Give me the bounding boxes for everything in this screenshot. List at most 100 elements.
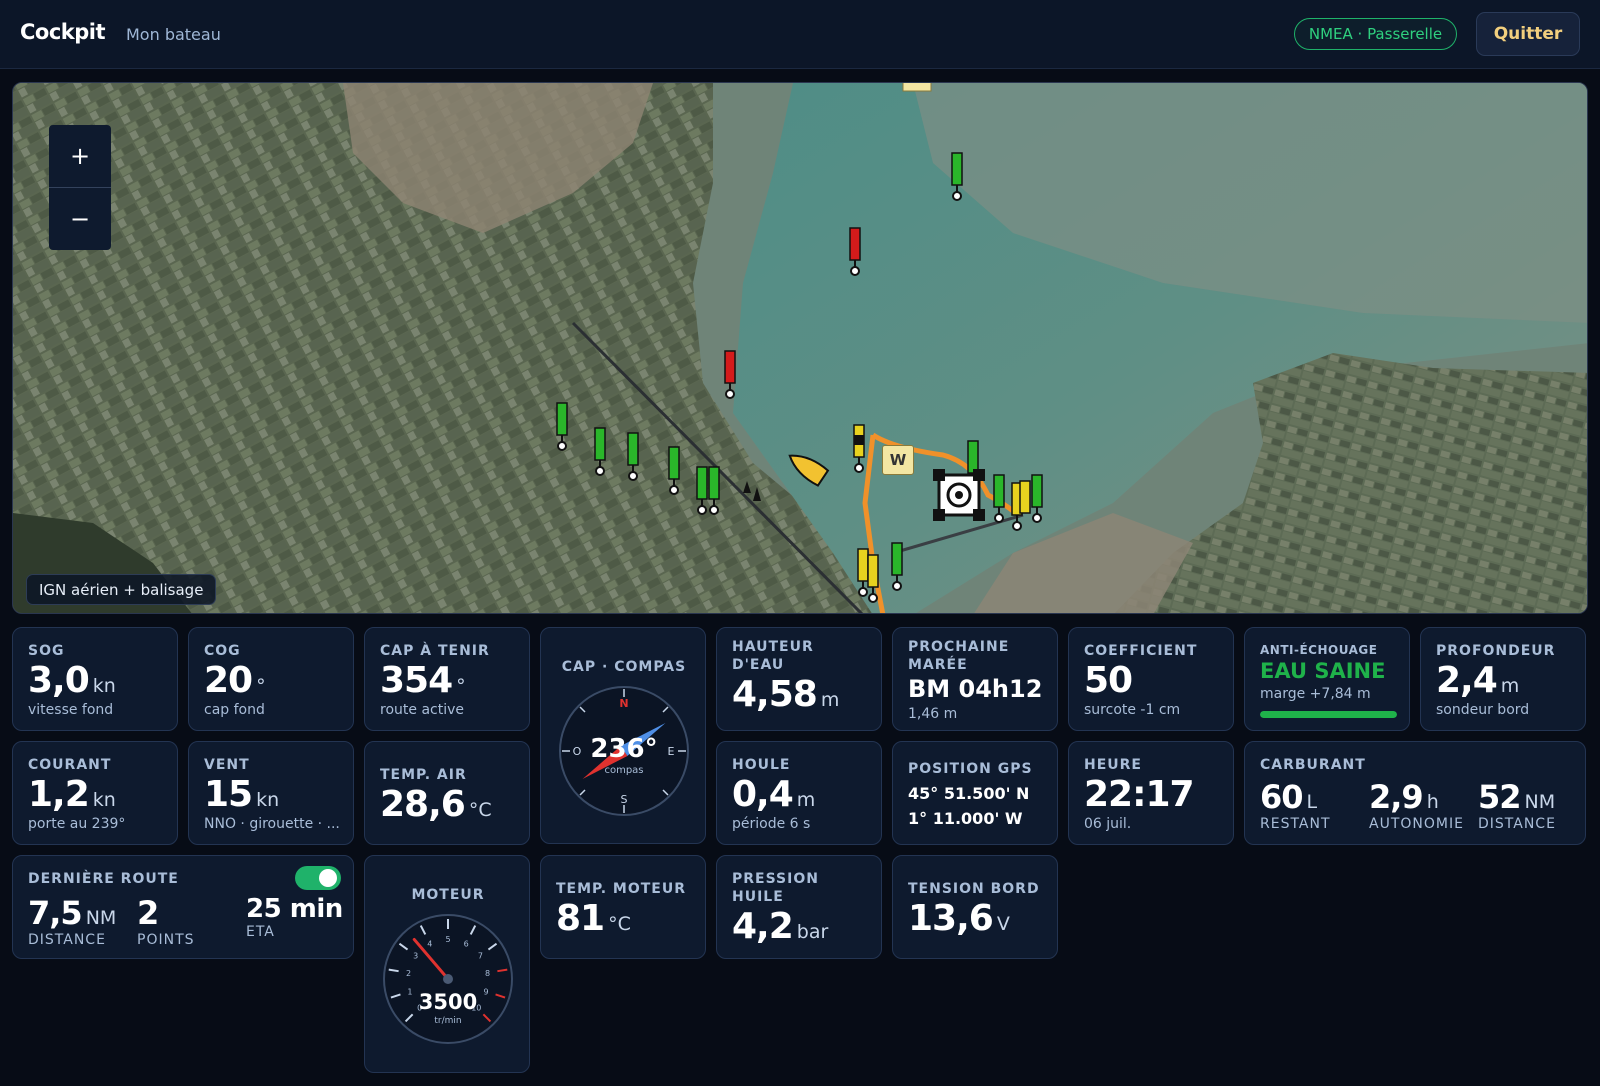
cap-tenir-sub: route active <box>380 702 464 718</box>
rpm-tick-label: 3 <box>413 951 418 960</box>
cog-sub: cap fond <box>204 702 265 718</box>
card-derniere-route: DERNIÈRE ROUTE 7,5 NM DISTANCE 2 POINTS 2… <box>12 855 354 959</box>
compass-south: S <box>621 793 628 806</box>
rpm-tick-label: 8 <box>485 969 490 978</box>
zoom-control: + − <box>49 125 111 250</box>
gps-lon: 1° 11.000' W <box>908 809 1023 828</box>
zoom-out-button[interactable]: − <box>49 187 111 249</box>
card-temp-moteur: TEMP. MOTEUR 81 °C <box>540 855 706 959</box>
compass-sub: compas <box>604 765 644 776</box>
route-distance: 7,5 NM DISTANCE <box>28 894 117 948</box>
vent-value: 15 kn <box>204 774 280 815</box>
courant-value: 1,2 kn <box>28 774 116 815</box>
map-background <box>13 83 1587 613</box>
card-temp-air: TEMP. AIR 28,6 °C <box>364 741 530 845</box>
maree-sub: 1,46 m <box>908 706 958 722</box>
anti-level-track <box>1260 711 1397 718</box>
profondeur-value: 2,4 m <box>1436 660 1520 701</box>
card-compass: CAP · COMPAS N E S O 236° compas <box>540 627 706 844</box>
carburant-distance: 52 NM DISTANCE <box>1478 778 1556 832</box>
map-layer-label[interactable]: IGN aérien + balisage <box>26 574 217 605</box>
card-profondeur: PROFONDEUR 2,4 m sondeur bord <box>1420 627 1586 731</box>
vent-label: VENT <box>204 757 250 773</box>
maree-label-2: MARÉE <box>908 657 968 673</box>
rpm-unit: tr/min <box>434 1016 462 1026</box>
heure-value: 22:17 <box>1084 774 1195 815</box>
sog-value: 3,0 kn <box>28 660 116 701</box>
nmea-status-badge[interactable]: NMEA · Passerelle <box>1294 18 1457 50</box>
temp-moteur-value: 81 °C <box>556 898 631 939</box>
boat-name: Mon bateau <box>126 25 221 44</box>
waypoint-marker[interactable]: W <box>882 445 914 475</box>
card-moteur: MOTEUR 0 1 2 3 4 5 6 7 8 9 10 3500 tr/min <box>364 855 530 1073</box>
card-courant: COURANT 1,2 kn porte au 239° <box>12 741 178 845</box>
cog-label: COG <box>204 643 241 659</box>
card-pression-huile: PRESSION HUILE 4,2 bar <box>716 855 882 959</box>
route-label: DERNIÈRE ROUTE <box>28 871 179 887</box>
card-coefficient: COEFFICIENT 50 surcote -1 cm <box>1068 627 1234 731</box>
maree-label-1: PROCHAINE <box>908 639 1010 655</box>
carburant-autonomie: 2,9 h AUTONOMIE <box>1369 778 1464 832</box>
card-tension-bord: TENSION BORD 13,6 V <box>892 855 1058 959</box>
rpm-tick-label: 2 <box>406 969 411 978</box>
card-hauteur-eau: HAUTEUR D'EAU 4,58 m <box>716 627 882 731</box>
route-toggle[interactable] <box>295 866 341 890</box>
card-heure: HEURE 22:17 06 juil. <box>1068 741 1234 845</box>
sog-sub: vitesse fond <box>28 702 114 718</box>
anti-label: ANTI-ÉCHOUAGE <box>1260 643 1378 657</box>
harbour-icon <box>933 469 985 521</box>
heure-sub: 06 juil. <box>1084 816 1132 832</box>
zoom-in-button[interactable]: + <box>49 125 111 187</box>
houle-sub: période 6 s <box>732 816 811 832</box>
gps-lat: 45° 51.500' N <box>908 784 1030 803</box>
pression-label-1: PRESSION <box>732 871 819 887</box>
route-toggle-knob <box>319 869 337 887</box>
vent-sub: NNO · girouette · ... <box>204 816 340 832</box>
anti-level-fill <box>1260 711 1397 718</box>
cog-value: 20 ° <box>204 660 266 701</box>
route-eta: 25 min ETA <box>246 894 343 940</box>
courant-sub: porte au 239° <box>28 816 126 832</box>
cap-tenir-value: 354 ° <box>380 660 466 701</box>
moteur-label: MOTEUR <box>411 887 485 903</box>
compass-north: N <box>619 697 628 710</box>
carburant-restant: 60 L RESTANT <box>1260 778 1331 832</box>
card-anti-echouage: ANTI-ÉCHOUAGE EAU SAINE marge +7,84 m <box>1244 627 1410 731</box>
rpm-value: 3500 <box>418 990 478 1014</box>
card-prochaine-maree: PROCHAINE MARÉE BM 04h12 1,46 m <box>892 627 1058 731</box>
anti-status: EAU SAINE <box>1260 659 1386 683</box>
tension-value: 13,6 V <box>908 898 1010 939</box>
rpm-tick-label: 5 <box>445 935 450 944</box>
coef-value: 50 <box>1084 660 1133 701</box>
card-cog: COG 20 ° cap fond <box>188 627 354 731</box>
brand-title: Cockpit <box>20 20 106 44</box>
anti-sub: marge +7,84 m <box>1260 686 1371 702</box>
houle-value: 0,4 m <box>732 774 816 815</box>
hauteur-label-2: D'EAU <box>732 657 785 673</box>
card-houle: HOULE 0,4 m période 6 s <box>716 741 882 845</box>
houle-label: HOULE <box>732 757 791 773</box>
cap-tenir-label: CAP À TENIR <box>380 643 490 659</box>
temp-air-value: 28,6 °C <box>380 784 492 825</box>
heure-label: HEURE <box>1084 757 1142 773</box>
card-vent: VENT 15 kn NNO · girouette · ... <box>188 741 354 845</box>
rpm-tick-label: 4 <box>427 939 432 948</box>
profondeur-sub: sondeur bord <box>1436 702 1530 718</box>
sog-label: SOG <box>28 643 65 659</box>
courant-label: COURANT <box>28 757 112 773</box>
card-position-gps: POSITION GPS 45° 51.500' N 1° 11.000' W <box>892 741 1058 845</box>
coef-label: COEFFICIENT <box>1084 643 1198 659</box>
hauteur-value: 4,58 m <box>732 674 840 715</box>
rpm-tick-label: 7 <box>478 951 483 960</box>
quit-button[interactable]: Quitter <box>1476 12 1580 56</box>
profondeur-label: PROFONDEUR <box>1436 643 1556 659</box>
pression-value: 4,2 bar <box>732 906 829 947</box>
temp-air-label: TEMP. AIR <box>380 767 467 783</box>
app-header: Cockpit Mon bateau NMEA · Passerelle Qui… <box>0 0 1600 69</box>
card-sog: SOG 3,0 kn vitesse fond <box>12 627 178 731</box>
compass-label: CAP · COMPAS <box>561 659 687 675</box>
card-cap-a-tenir: CAP À TENIR 354 ° route active <box>364 627 530 731</box>
carburant-label: CARBURANT <box>1260 757 1366 773</box>
temp-moteur-label: TEMP. MOTEUR <box>556 881 687 897</box>
chart-map[interactable]: W + − IGN aérien + balisage <box>12 82 1588 614</box>
